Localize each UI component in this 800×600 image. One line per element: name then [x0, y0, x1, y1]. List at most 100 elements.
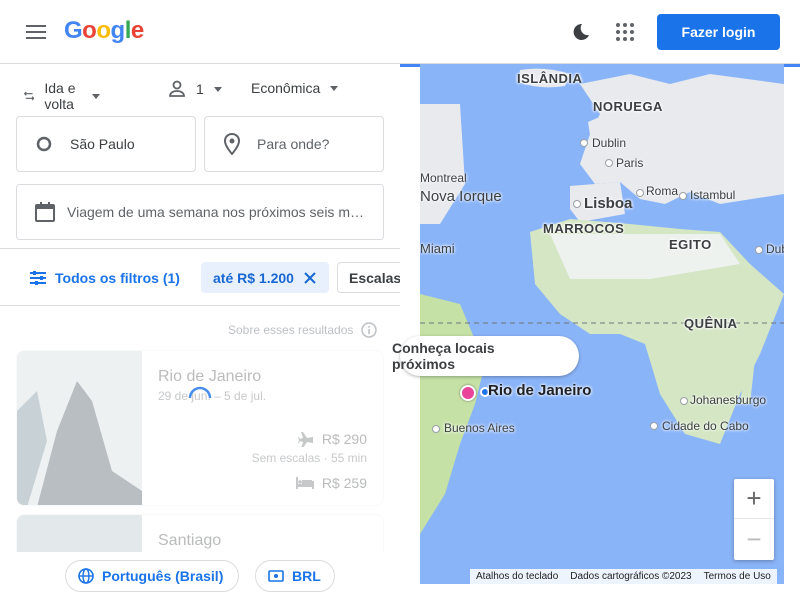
flight-price: R$ 290 [321, 431, 367, 447]
city-label: Cidade do Cabo [662, 419, 749, 433]
stops-filter-chip[interactable]: Escalas [337, 262, 400, 293]
origin-value: São Paulo [70, 136, 135, 152]
city-label: Johanesburgo [690, 393, 767, 407]
person-icon [169, 80, 185, 97]
zoom-in-button[interactable]: + [734, 479, 774, 519]
sign-in-button[interactable]: Fazer login [657, 14, 780, 50]
logo-letter: G [64, 17, 83, 44]
city-label: Miami [420, 241, 455, 256]
city-label: Lisboa [584, 195, 633, 212]
country-label: ISLÂNDIA [517, 71, 583, 86]
city-marker[interactable] [755, 246, 763, 254]
swap-arrows-icon [24, 91, 35, 101]
destination-card[interactable]: Rio de Janeiro 29 de jun. – 5 de jul. R$… [16, 350, 384, 506]
chevron-down-icon [213, 86, 222, 92]
city-marker[interactable] [605, 159, 613, 167]
explore-nearby-label: Conheça locais próximos [392, 340, 495, 372]
logo-letter: o [82, 17, 97, 44]
all-filters-button[interactable]: Todos os filtros (1) [20, 262, 190, 293]
language-button[interactable]: Português (Brasil) [65, 560, 239, 592]
dates-value: Viagem de uma semana nos próximos seis m… [67, 204, 364, 220]
destination-name: Santiago [158, 532, 222, 549]
calendar-icon [35, 202, 55, 222]
loading-spinner [188, 386, 212, 399]
logo-letter: o [96, 17, 111, 44]
city-marker[interactable] [432, 425, 440, 433]
explore-map[interactable]: ISLÂNDIA NORUEGA MARROCOS EGITO QUÊNIA D… [420, 64, 784, 584]
passengers-count: 1 [196, 81, 204, 97]
origin-circle-icon [36, 136, 52, 152]
city-label: Roma [646, 184, 679, 198]
banknote-icon [268, 570, 284, 582]
city-label: Dubai [766, 242, 784, 256]
flight-price-row: R$ 290 [297, 431, 367, 447]
city-marker[interactable] [650, 422, 658, 430]
city-marker[interactable] [636, 189, 644, 197]
about-results-label: Sobre esses resultados [228, 323, 354, 337]
chevron-down-icon [330, 85, 339, 91]
country-label: EGITO [669, 237, 712, 252]
map-data-credit: Dados cartográficos ©2023 [570, 571, 692, 582]
selected-city-label: Rio de Janeiro [488, 382, 592, 399]
map-attribution: Atalhos do teclado Dados cartográficos ©… [470, 569, 777, 584]
trip-type-label: Ida e volta [44, 80, 76, 112]
city-marker[interactable] [679, 192, 687, 200]
destination-placeholder: Para onde? [257, 136, 330, 152]
price-filter-chip[interactable]: até R$ 1.200 [201, 262, 329, 293]
destination-field[interactable]: Para onde? [204, 116, 384, 172]
country-label: QUÊNIA [684, 316, 738, 331]
close-icon[interactable] [304, 271, 316, 284]
apps-grid-icon [616, 23, 634, 41]
dates-field[interactable]: Viagem de uma semana nos próximos seis m… [16, 184, 384, 240]
divider [0, 305, 400, 306]
city-marker[interactable] [573, 200, 581, 208]
footer-bar: Português (Brasil) BRL [0, 552, 400, 600]
passengers-select[interactable]: 1 [168, 80, 222, 98]
terms-link[interactable]: Termos de Uso [704, 571, 771, 582]
globe-icon [78, 568, 94, 584]
zoom-controls: + − [734, 479, 774, 560]
city-label: Dublin [592, 136, 627, 150]
flight-info: Sem escalas · 55 min [251, 451, 367, 465]
google-apps-button[interactable] [609, 16, 641, 48]
keyboard-shortcuts-link[interactable]: Atalhos do teclado [476, 571, 558, 582]
currency-label: BRL [292, 568, 321, 584]
country-label: MARROCOS [543, 221, 625, 236]
divider [0, 248, 400, 249]
city-marker[interactable] [680, 397, 688, 405]
city-label: Montreal [420, 171, 467, 185]
trip-type-select[interactable]: Ida e volta [24, 80, 100, 112]
origin-field[interactable]: São Paulo [16, 116, 196, 172]
hamburger-menu-icon [26, 25, 46, 39]
bed-icon [295, 477, 314, 489]
country-label: NORUEGA [593, 99, 663, 114]
cabin-class-select[interactable]: Econômica [251, 80, 339, 96]
price-filter-label: até R$ 1.200 [213, 269, 294, 286]
zoom-out-button[interactable]: − [734, 519, 774, 559]
city-marker[interactable] [580, 139, 588, 147]
logo-letter: e [130, 17, 144, 44]
logo-letter: g [110, 17, 126, 44]
google-logo[interactable]: Google [64, 17, 144, 45]
location-pin-icon [223, 133, 241, 155]
hotel-price: R$ 259 [321, 475, 367, 491]
selected-destination-marker[interactable] [460, 385, 476, 401]
stops-filter-label: Escalas [349, 269, 400, 286]
city-label: Paris [616, 156, 644, 170]
city-label: Istambul [690, 188, 736, 202]
all-filters-label: Todos os filtros (1) [55, 269, 180, 286]
info-icon [361, 322, 378, 338]
city-label: Buenos Aires [444, 421, 515, 435]
about-results[interactable]: Sobre esses resultados [228, 322, 378, 338]
destination-photo [17, 351, 142, 505]
language-label: Português (Brasil) [102, 568, 224, 584]
top-app-bar: Google Fazer login [0, 0, 800, 64]
chevron-down-icon [91, 93, 100, 99]
dark-theme-button[interactable] [565, 16, 597, 48]
airplane-icon [297, 432, 313, 447]
cabin-class-label: Econômica [251, 80, 321, 96]
explore-nearby-button[interactable]: Conheça locais próximos [392, 336, 579, 376]
main-menu-button[interactable] [20, 16, 52, 48]
currency-button[interactable]: BRL [255, 560, 335, 592]
tune-filters-icon [30, 270, 46, 285]
